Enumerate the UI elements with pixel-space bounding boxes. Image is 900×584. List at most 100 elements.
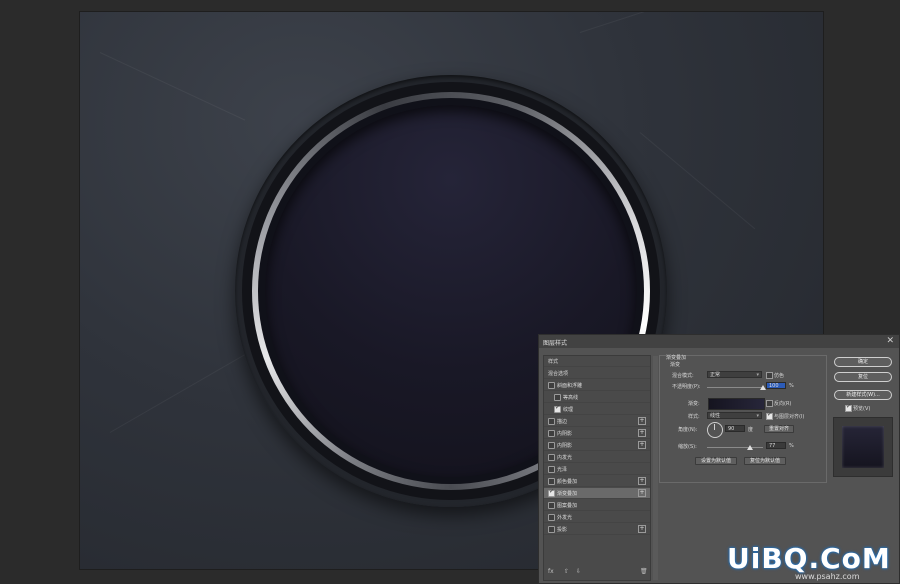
style-list-checkbox[interactable] bbox=[548, 418, 555, 425]
style-list-label: 图案叠加 bbox=[557, 503, 578, 509]
watermark-logo: UiBQ.CoM bbox=[727, 542, 891, 575]
style-list-checkbox[interactable] bbox=[548, 502, 555, 509]
style-list-label: 纹理 bbox=[563, 407, 574, 413]
fx-icon[interactable]: fx bbox=[548, 568, 554, 575]
style-list-item[interactable]: 外发光 bbox=[544, 512, 650, 523]
angle-degree: 度 bbox=[748, 427, 754, 433]
style-select[interactable]: 线性 bbox=[707, 412, 762, 419]
gradient-label: 渐变: bbox=[688, 401, 700, 407]
close-icon[interactable]: ✕ bbox=[886, 336, 894, 346]
style-list-label: 光泽 bbox=[557, 467, 568, 473]
style-list-item[interactable]: 描边 + bbox=[544, 416, 650, 427]
style-list-label: 等高线 bbox=[563, 395, 579, 401]
watermark-url: www.psahz.com bbox=[795, 572, 860, 581]
opacity-input[interactable]: 100 bbox=[766, 382, 786, 389]
style-list-item[interactable]: 等高线 bbox=[544, 392, 650, 403]
style-list-checkbox[interactable] bbox=[548, 454, 555, 461]
add-effect-icon[interactable]: + bbox=[638, 489, 646, 497]
opacity-percent: % bbox=[789, 383, 794, 389]
reverse-label: 反向(R) bbox=[774, 401, 792, 407]
trash-icon[interactable]: 🗑 bbox=[640, 568, 648, 575]
style-list-label: 内阴影 bbox=[557, 431, 573, 437]
angle-label: 角度(N): bbox=[678, 427, 698, 433]
add-effect-icon[interactable]: + bbox=[638, 417, 646, 425]
style-list-item[interactable]: 纹理 bbox=[544, 404, 650, 415]
style-list-label: 描边 bbox=[557, 419, 568, 425]
style-list-item[interactable]: 斜面和浮雕 bbox=[544, 380, 650, 391]
cancel-button[interactable]: 复位 bbox=[834, 372, 892, 382]
style-list-checkbox[interactable] bbox=[554, 404, 561, 413]
angle-input[interactable]: 90 bbox=[725, 425, 745, 432]
style-list-item[interactable]: 投影 + bbox=[544, 524, 650, 535]
style-list-checkbox[interactable] bbox=[548, 478, 555, 485]
align-layer-checkbox[interactable] bbox=[766, 411, 773, 420]
ok-button[interactable]: 确定 bbox=[834, 357, 892, 367]
scale-percent: % bbox=[789, 443, 794, 449]
dialog-title: 图层样式 bbox=[543, 340, 568, 347]
scale-slider[interactable] bbox=[707, 447, 763, 448]
style-list-label: 颜色叠加 bbox=[557, 479, 578, 485]
preview-label: 预览(V) bbox=[853, 406, 871, 412]
dither-checkbox[interactable] bbox=[766, 372, 773, 379]
style-list-label: 内阴影 bbox=[557, 443, 573, 449]
new-style-button[interactable]: 新建样式(W)... bbox=[834, 390, 892, 400]
style-list-label: 内发光 bbox=[557, 455, 573, 461]
style-list-checkbox[interactable] bbox=[548, 382, 555, 389]
dialog-titlebar[interactable]: 图层样式 ✕ bbox=[539, 335, 899, 348]
scale-slider-thumb[interactable] bbox=[747, 445, 754, 450]
style-list-item[interactable]: 样式 bbox=[544, 356, 650, 367]
style-list-checkbox[interactable] bbox=[548, 514, 555, 521]
reset-align-button[interactable]: 重置对齐 bbox=[764, 425, 794, 433]
add-effect-icon[interactable]: + bbox=[638, 429, 646, 437]
opacity-label: 不透明度(P): bbox=[672, 384, 701, 390]
style-list-item[interactable]: 图案叠加 bbox=[544, 500, 650, 511]
style-list-item[interactable]: 渐变叠加 + bbox=[544, 488, 650, 499]
move-down-icon[interactable]: ⇩ bbox=[576, 568, 581, 575]
style-list-footer: fx ⇧ ⇩ 🗑 bbox=[544, 568, 650, 578]
style-list-checkbox[interactable] bbox=[548, 430, 555, 437]
texture-scratch bbox=[109, 342, 267, 433]
gradient-picker[interactable] bbox=[708, 398, 765, 410]
add-effect-icon[interactable]: + bbox=[638, 477, 646, 485]
style-preview-box bbox=[833, 417, 893, 477]
texture-scratch bbox=[579, 12, 771, 33]
dither-label: 仿色 bbox=[774, 373, 785, 379]
opacity-slider[interactable] bbox=[707, 387, 763, 388]
blend-mode-label: 混合模式: bbox=[672, 373, 694, 379]
style-list-label: 投影 bbox=[557, 527, 568, 533]
scale-input[interactable]: 77 bbox=[766, 442, 786, 449]
subsection-title: 渐变 bbox=[670, 362, 681, 368]
style-list-label: 渐变叠加 bbox=[557, 491, 578, 497]
style-list-item[interactable]: 混合选项 bbox=[544, 368, 650, 379]
texture-scratch bbox=[99, 52, 246, 121]
preview-checkbox[interactable] bbox=[845, 403, 852, 412]
style-list-checkbox[interactable] bbox=[548, 488, 555, 497]
style-list-item[interactable]: 内阴影 + bbox=[544, 440, 650, 451]
style-list-item[interactable]: 内阴影 + bbox=[544, 428, 650, 439]
style-list-checkbox[interactable] bbox=[548, 442, 555, 449]
style-list-panel: 样式混合选项斜面和浮雕等高线纹理描边+内阴影+内阴影+内发光光泽颜色叠加+渐变叠… bbox=[543, 355, 658, 581]
style-list-item[interactable]: 内发光 bbox=[544, 452, 650, 463]
style-list-item[interactable]: 颜色叠加 + bbox=[544, 476, 650, 487]
reset-default-button[interactable]: 复位为默认值 bbox=[744, 457, 786, 465]
set-default-button[interactable]: 设置为默认值 bbox=[695, 457, 737, 465]
add-effect-icon[interactable]: + bbox=[638, 441, 646, 449]
style-list-item[interactable]: 光泽 bbox=[544, 464, 650, 475]
style-list-label: 混合选项 bbox=[548, 371, 569, 377]
texture-scratch bbox=[639, 132, 756, 230]
style-list-label: 斜面和浮雕 bbox=[557, 383, 583, 389]
style-list-scrollbar[interactable] bbox=[653, 356, 658, 580]
style-preview-swatch bbox=[842, 426, 884, 468]
gradient-overlay-settings: 渐变叠加 渐变 混合模式: 正常 仿色 不透明度(P): 100 % 渐变: 反… bbox=[659, 355, 827, 483]
reverse-checkbox[interactable] bbox=[766, 400, 773, 407]
style-list-label: 样式 bbox=[548, 359, 559, 365]
angle-dial[interactable] bbox=[707, 422, 723, 438]
style-list-checkbox[interactable] bbox=[548, 526, 555, 533]
blend-mode-select[interactable]: 正常 bbox=[707, 371, 762, 378]
style-list-checkbox[interactable] bbox=[548, 466, 555, 473]
style-list-checkbox[interactable] bbox=[554, 394, 561, 401]
move-up-icon[interactable]: ⇧ bbox=[564, 568, 569, 575]
add-effect-icon[interactable]: + bbox=[638, 525, 646, 533]
scale-label: 缩放(S): bbox=[678, 444, 697, 450]
style-list-label: 外发光 bbox=[557, 515, 573, 521]
